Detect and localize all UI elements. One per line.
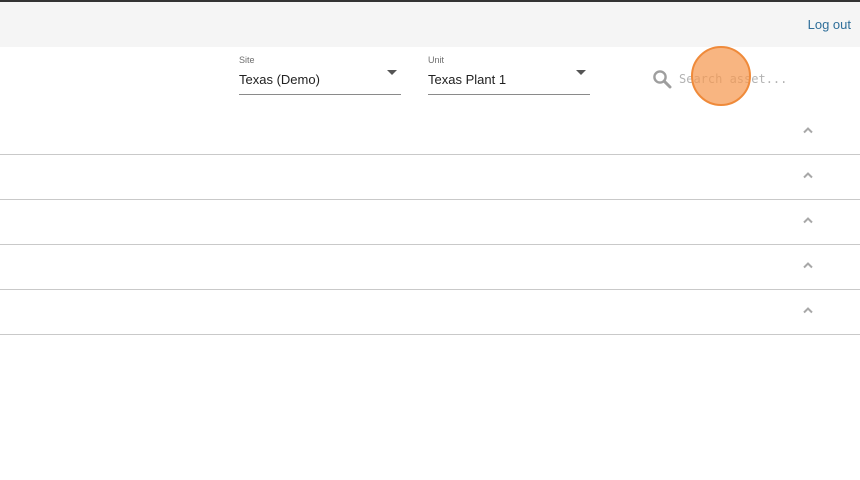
search-icon[interactable] xyxy=(652,69,672,89)
logout-link[interactable]: Log out xyxy=(808,17,851,32)
caret-down-icon xyxy=(387,70,397,75)
list-item[interactable] xyxy=(0,290,860,335)
chevron-up-icon[interactable] xyxy=(802,171,814,179)
list-item[interactable] xyxy=(0,200,860,245)
unit-select-label: Unit xyxy=(428,55,445,65)
caret-down-icon xyxy=(576,70,586,75)
site-select-value: Texas (Demo) xyxy=(239,72,320,87)
chevron-up-icon[interactable] xyxy=(802,261,814,269)
list-item[interactable] xyxy=(0,245,860,290)
chevron-up-icon[interactable] xyxy=(802,306,814,314)
chevron-up-icon[interactable] xyxy=(802,216,814,224)
search-input[interactable] xyxy=(679,70,789,88)
unit-select-value: Texas Plant 1 xyxy=(428,72,507,87)
site-select[interactable]: Site Texas (Demo) xyxy=(239,55,401,95)
top-bar: Log out xyxy=(0,2,860,47)
unit-select[interactable]: Unit Texas Plant 1 xyxy=(428,55,590,95)
site-select-label: Site xyxy=(239,55,255,65)
list-item[interactable] xyxy=(0,155,860,200)
list-item[interactable] xyxy=(0,110,860,155)
asset-list xyxy=(0,110,860,335)
chevron-up-icon[interactable] xyxy=(802,126,814,134)
